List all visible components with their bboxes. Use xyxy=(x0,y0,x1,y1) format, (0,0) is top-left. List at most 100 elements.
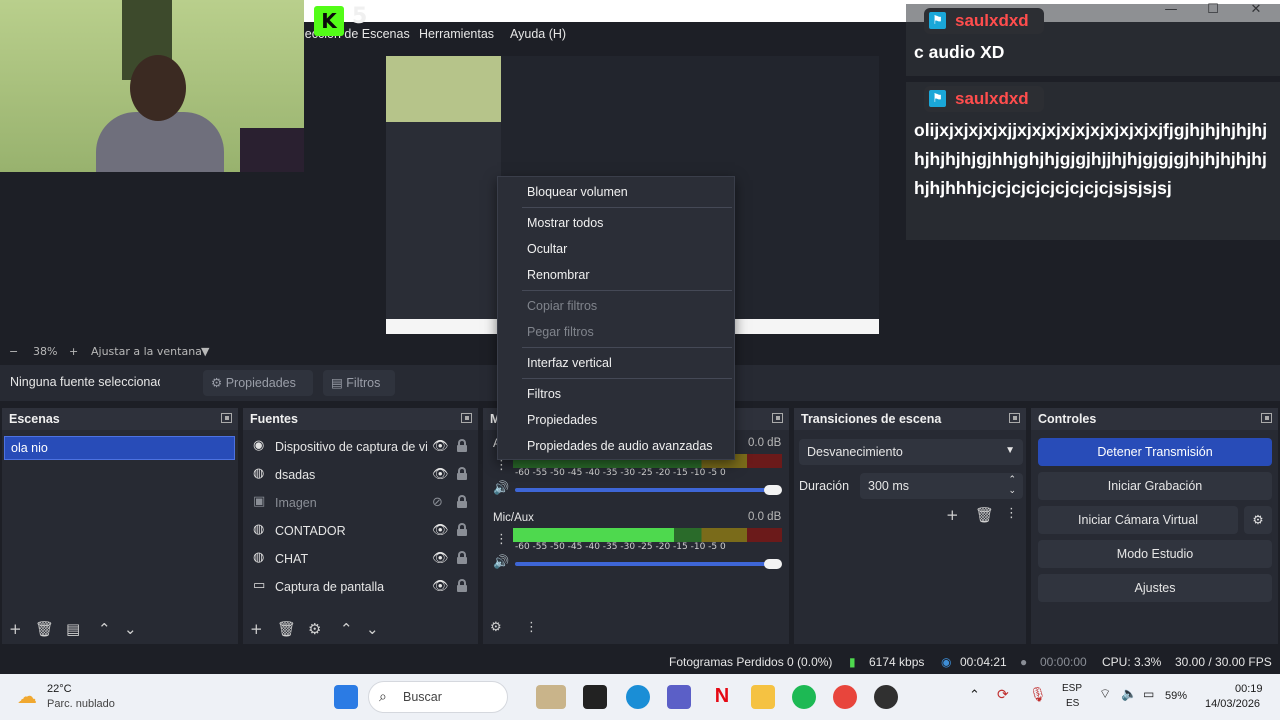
more-options-icon[interactable]: ⋮ xyxy=(495,458,508,473)
lock-icon[interactable] xyxy=(457,579,467,592)
float-dock-icon[interactable] xyxy=(221,413,232,423)
webcam-person-body xyxy=(96,112,224,172)
volume-slider[interactable] xyxy=(515,488,780,492)
float-dock-icon[interactable] xyxy=(772,413,783,423)
advanced-audio-gear-icon[interactable]: ⚙ xyxy=(490,620,502,635)
eye-icon[interactable]: 👁 xyxy=(432,579,449,594)
volume-slider-knob[interactable] xyxy=(764,559,782,569)
more-options-icon[interactable]: ⋮ xyxy=(495,532,508,547)
menu-tools[interactable]: Herramientas xyxy=(419,27,494,41)
zoom-out-button[interactable]: − xyxy=(9,345,18,358)
teams-icon[interactable] xyxy=(667,685,691,709)
speaker-icon[interactable]: 🔊 xyxy=(493,555,509,570)
filter-icon[interactable]: ▤ xyxy=(66,620,80,638)
volume-slider[interactable] xyxy=(515,562,780,566)
chrome-icon[interactable] xyxy=(833,685,857,709)
lock-icon[interactable] xyxy=(457,467,467,480)
weather-desc[interactable]: Parc. nublado xyxy=(47,698,115,710)
more-options-icon[interactable]: ⋮ xyxy=(1005,506,1018,521)
zoom-dropdown-icon[interactable]: ▼ xyxy=(201,345,209,358)
volume-slider-knob[interactable] xyxy=(764,485,782,495)
menu-item-lock-volume[interactable]: Bloquear volumen xyxy=(527,185,628,199)
trash-icon[interactable]: 🗑 xyxy=(277,620,296,638)
properties-button[interactable]: ⚙ Propiedades xyxy=(203,370,313,396)
microphone-icon[interactable]: 🎙 xyxy=(1029,686,1047,703)
spin-down-icon[interactable]: ⌄ xyxy=(1008,485,1016,496)
windows-start-icon[interactable] xyxy=(334,685,358,709)
eye-hidden-icon[interactable]: ⊘ xyxy=(432,495,443,510)
wifi-icon[interactable]: ⌔ xyxy=(1099,686,1111,702)
transition-select[interactable]: Desvanecimiento ▼ xyxy=(799,439,1023,465)
more-options-icon[interactable]: ⋮ xyxy=(525,620,538,635)
menu-item-advanced-audio[interactable]: Propiedades de audio avanzadas xyxy=(527,439,713,453)
trash-icon[interactable]: 🗑 xyxy=(975,506,994,524)
float-dock-icon[interactable] xyxy=(1009,413,1020,423)
menu-item-properties[interactable]: Propiedades xyxy=(527,413,597,427)
edge-icon[interactable] xyxy=(626,685,650,709)
float-dock-icon[interactable] xyxy=(1261,413,1272,423)
language-bottom[interactable]: ES xyxy=(1066,698,1079,709)
spotify-icon[interactable] xyxy=(792,685,816,709)
chevron-down-icon[interactable]: ⌄ xyxy=(124,620,137,638)
menu-help[interactable]: Ayuda (H) xyxy=(510,27,566,41)
volume-icon[interactable]: 🔈 xyxy=(1121,686,1137,702)
scene-item[interactable]: ola nio xyxy=(4,436,235,460)
stop-streaming-button[interactable]: Detener Transmisión xyxy=(1038,438,1272,466)
source-label: Captura de pantalla xyxy=(275,580,385,594)
filters-button[interactable]: ▤ Filtros xyxy=(323,370,395,396)
virtual-camera-gear-icon[interactable]: ⚙ xyxy=(1244,506,1272,534)
speaker-icon[interactable]: 🔊 xyxy=(493,481,509,496)
menu-item-hide[interactable]: Ocultar xyxy=(527,242,567,256)
sync-icon[interactable]: ⟳ xyxy=(997,686,1009,703)
menu-item-vertical-layout[interactable]: Interfaz vertical xyxy=(527,356,612,370)
settings-button[interactable]: Ajustes xyxy=(1038,574,1272,602)
clock-date[interactable]: 14/03/2026 xyxy=(1205,698,1260,710)
eye-icon[interactable]: 👁 xyxy=(432,439,449,454)
source-item[interactable]: ▣ Imagen ⊘ xyxy=(251,491,477,517)
studio-mode-button[interactable]: Modo Estudio xyxy=(1038,540,1272,568)
trash-icon[interactable]: 🗑 xyxy=(35,620,54,638)
chevron-up-icon[interactable]: ⌃ xyxy=(340,620,353,638)
weather-temp[interactable]: 22°C xyxy=(47,683,72,695)
file-explorer-icon[interactable] xyxy=(751,685,775,709)
language-top[interactable]: ESP xyxy=(1062,683,1082,694)
obs-icon[interactable] xyxy=(874,685,898,709)
battery-percent[interactable]: 59% xyxy=(1165,690,1187,702)
add-icon[interactable]: + xyxy=(9,620,22,638)
source-item[interactable]: ◍ CONTADOR 👁 xyxy=(251,519,477,545)
chevron-down-icon[interactable]: ⌄ xyxy=(366,620,379,638)
source-item[interactable]: ◍ CHAT 👁 xyxy=(251,547,477,573)
source-item[interactable]: ▭ Captura de pantalla 👁 xyxy=(251,575,477,601)
chevron-up-icon[interactable]: ⌃ xyxy=(98,620,111,638)
spin-up-icon[interactable]: ⌃ xyxy=(1008,474,1016,485)
eye-icon[interactable]: 👁 xyxy=(432,467,449,482)
duration-spinbox[interactable]: 300 ms ⌃ ⌄ xyxy=(860,473,1023,499)
taskbar-search[interactable]: ⌕ Buscar xyxy=(368,681,508,713)
eye-icon[interactable]: 👁 xyxy=(432,523,449,538)
battery-icon[interactable]: ▭ xyxy=(1143,687,1154,701)
menu-item-filters[interactable]: Filtros xyxy=(527,387,561,401)
source-item[interactable]: ◉ Dispositivo de captura de video 👁 xyxy=(251,435,477,461)
source-item[interactable]: ◍ dsadas 👁 xyxy=(251,463,477,489)
start-recording-button[interactable]: Iniciar Grabación xyxy=(1038,472,1272,500)
terminal-icon[interactable] xyxy=(583,685,607,709)
lock-icon[interactable] xyxy=(457,551,467,564)
start-virtual-camera-button[interactable]: Iniciar Cámara Virtual xyxy=(1038,506,1238,534)
float-dock-icon[interactable] xyxy=(461,413,472,423)
eye-icon[interactable]: 👁 xyxy=(432,551,449,566)
chevron-up-icon[interactable]: ⌃ xyxy=(969,687,980,703)
add-icon[interactable]: + xyxy=(250,620,263,638)
weather-icon[interactable]: ☁ xyxy=(17,684,37,709)
menu-item-rename[interactable]: Renombrar xyxy=(527,268,590,282)
lock-icon[interactable] xyxy=(457,495,467,508)
app-icon[interactable] xyxy=(536,685,566,709)
menu-item-show-all[interactable]: Mostrar todos xyxy=(527,216,603,230)
lock-icon[interactable] xyxy=(457,439,467,452)
lock-icon[interactable] xyxy=(457,523,467,536)
netflix-icon[interactable]: N xyxy=(710,685,734,709)
clock-time[interactable]: 00:19 xyxy=(1235,683,1263,695)
gear-icon[interactable]: ⚙ xyxy=(308,620,321,638)
add-transition-icon[interactable]: + xyxy=(946,506,959,524)
fit-window-button[interactable]: Ajustar a la ventana xyxy=(91,345,202,358)
zoom-in-button[interactable]: + xyxy=(69,345,78,358)
